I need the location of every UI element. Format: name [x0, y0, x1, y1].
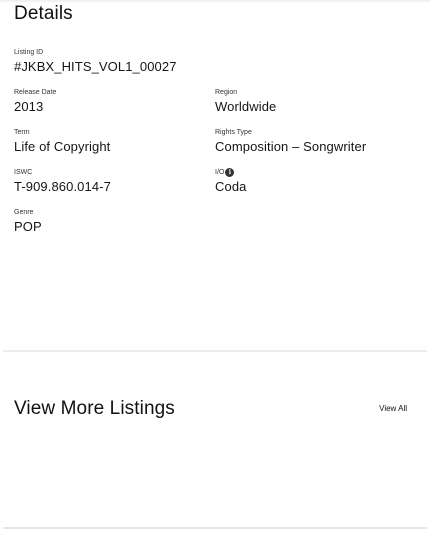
- release-date-field: Release Date 2013: [14, 88, 56, 115]
- region-label: Region: [215, 89, 238, 96]
- listing-id-field: Listing ID #JKBX_HITS_VOL1_00027: [14, 48, 177, 75]
- io-value: Coda: [215, 179, 247, 194]
- section-divider: [3, 350, 427, 352]
- region-field: Region Worldwide: [215, 88, 276, 115]
- io-field: I/O i Coda: [215, 168, 246, 195]
- info-icon[interactable]: i: [225, 168, 235, 177]
- iswc-label: ISWC: [14, 169, 33, 176]
- io-label: I/O: [215, 169, 225, 176]
- rights-type-value: Composition – Songwriter: [215, 139, 367, 154]
- region-value: Worldwide: [215, 99, 277, 114]
- term-label: Term: [14, 129, 30, 136]
- release-date-label: Release Date: [14, 89, 57, 96]
- release-date-value: 2013: [14, 99, 44, 114]
- term-value: Life of Copyright: [14, 139, 111, 154]
- rights-type-field: Rights Type Composition – Songwriter: [215, 128, 366, 155]
- iswc-field: ISWC T-909.860.014-7: [14, 168, 111, 195]
- genre-label: Genre: [14, 209, 34, 216]
- page: Details Listing ID #JKBX_HITS_VOL1_00027…: [0, 0, 430, 549]
- listing-id-label: Listing ID: [14, 49, 44, 56]
- genre-field: Genre POP: [14, 208, 42, 235]
- iswc-value: T-909.860.014-7: [14, 179, 111, 194]
- rights-type-label: Rights Type: [215, 129, 252, 136]
- io-label-row: I/O i: [215, 168, 246, 177]
- view-all-link[interactable]: View All: [379, 404, 407, 413]
- genre-value: POP: [14, 219, 42, 234]
- details-title: Details: [14, 3, 73, 24]
- bottom-divider: [3, 527, 427, 529]
- view-more-listings-title: View More Listings: [14, 398, 175, 419]
- term-field: Term Life of Copyright: [14, 128, 110, 155]
- listing-id-value: #JKBX_HITS_VOL1_00027: [14, 59, 177, 74]
